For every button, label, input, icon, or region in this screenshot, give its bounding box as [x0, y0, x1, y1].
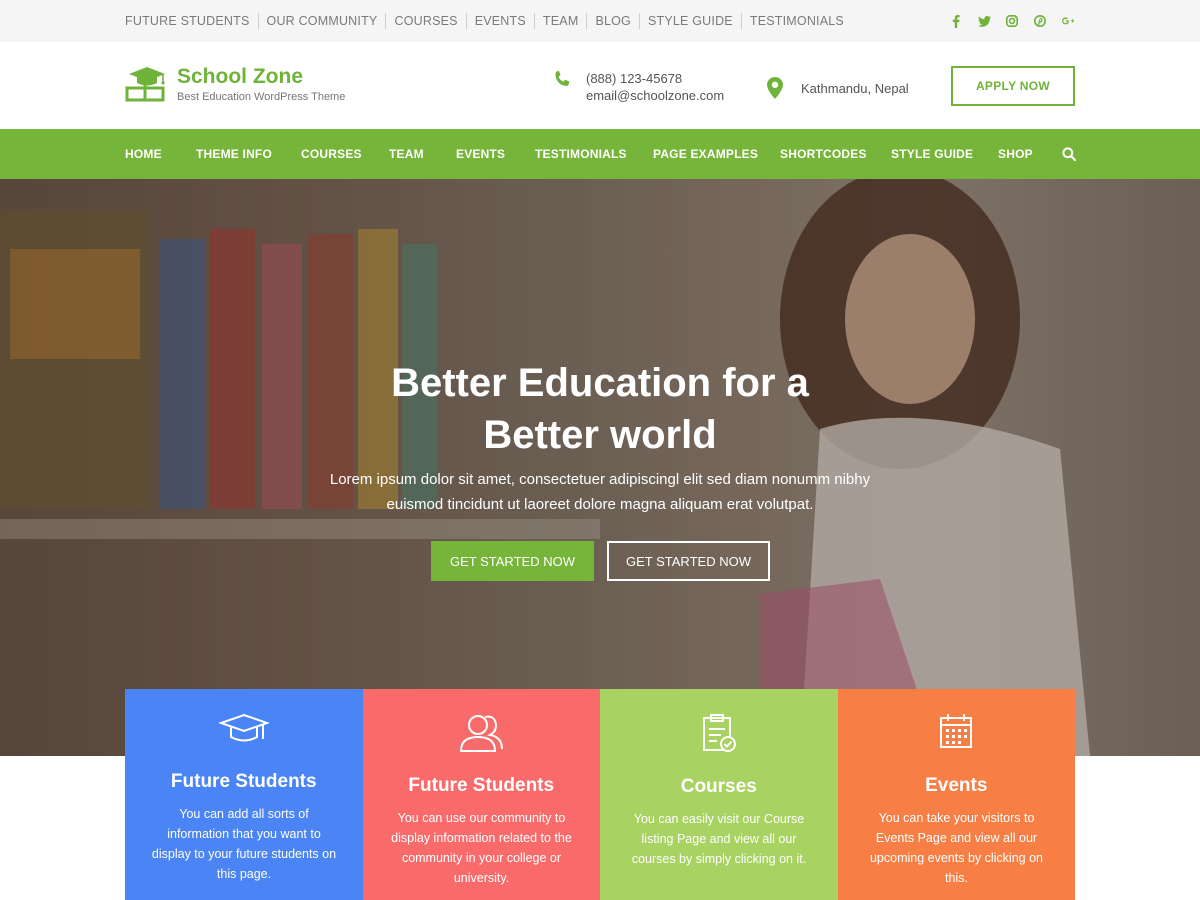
phone-number[interactable]: (888) 123-45678	[586, 70, 724, 87]
graduation-cap-icon	[218, 713, 269, 742]
apply-now-button[interactable]: APPLY NOW	[951, 66, 1075, 106]
google-plus-icon[interactable]	[1061, 14, 1075, 28]
feature-title: Future Students	[408, 775, 555, 796]
top-link-our-community[interactable]: OUR COMMUNITY	[257, 13, 386, 29]
site-logo[interactable]: School Zone Best Education WordPress The…	[125, 64, 345, 103]
top-bar: FUTURE STUDENTS OUR COMMUNITY COURSES EV…	[0, 0, 1200, 42]
brand-tagline: Best Education WordPress Theme	[177, 91, 346, 103]
search-icon[interactable]	[1062, 147, 1076, 161]
clipboard-check-icon	[702, 714, 736, 752]
twitter-icon[interactable]	[977, 14, 991, 28]
top-link-courses[interactable]: COURSES	[385, 13, 465, 29]
top-link-testimonials[interactable]: TESTIMONIALS	[740, 13, 852, 29]
feature-box-future-students[interactable]: Future Students You can add all sorts of…	[125, 689, 363, 900]
feature-box-events[interactable]: Events You can take your visitors to Eve…	[837, 689, 1075, 900]
nav-item-style-guide[interactable]: STYLE GUIDE	[891, 129, 973, 179]
get-started-button[interactable]: GET STARTED NOW	[431, 541, 594, 581]
feature-box-community[interactable]: Future Students You can use our communit…	[362, 689, 600, 900]
hero-subtitle: Lorem ipsum dolor sit amet, consectetuer…	[320, 467, 880, 517]
hero-banner: Better Education for a Better world Lore…	[0, 179, 1200, 756]
pinterest-icon[interactable]	[1033, 14, 1047, 28]
top-link-blog[interactable]: BLOG	[586, 13, 639, 29]
phone-icon	[555, 71, 570, 86]
hero-subtitle-line-2: euismod tincidunt ut laoreet dolore magn…	[386, 496, 814, 513]
top-link-events[interactable]: EVENTS	[465, 13, 534, 29]
nav-item-testimonials[interactable]: TESTIMONIALS	[535, 129, 627, 179]
feature-title: Courses	[680, 776, 757, 797]
main-nav: HOME THEME INFO COURSES TEAM EVENTS TEST…	[0, 129, 1200, 179]
feature-boxes: Future Students You can add all sorts of…	[125, 689, 1075, 900]
feature-box-courses[interactable]: Courses You can easily visit our Course …	[600, 689, 838, 900]
map-pin-icon	[767, 77, 783, 99]
instagram-icon[interactable]	[1005, 14, 1019, 28]
nav-item-courses[interactable]: COURSES	[301, 129, 362, 179]
nav-item-shortcodes[interactable]: SHORTCODES	[780, 129, 867, 179]
site-header: School Zone Best Education WordPress The…	[0, 42, 1200, 129]
feature-title: Future Students	[170, 771, 317, 792]
location-text: Kathmandu, Nepal	[801, 80, 909, 96]
get-started-outline-button[interactable]: GET STARTED NOW	[607, 541, 770, 581]
hero-title-line-1: Better Education for a	[391, 361, 809, 405]
hero-title: Better Education for a Better world	[300, 357, 900, 461]
brand-name: School Zone	[177, 65, 303, 88]
nav-item-theme-info[interactable]: THEME INFO	[196, 129, 272, 179]
calendar-icon	[940, 714, 973, 748]
nav-item-page-examples[interactable]: PAGE EXAMPLES	[653, 129, 758, 179]
email-address[interactable]: email@schoolzone.com	[586, 87, 724, 104]
feature-text: You can add all sorts of information tha…	[151, 807, 337, 881]
top-link-team[interactable]: TEAM	[533, 13, 587, 29]
feature-text: You can use our community to display inf…	[391, 811, 572, 885]
hero-subtitle-line-1: Lorem ipsum dolor sit amet, consectetuer…	[329, 471, 871, 488]
users-icon	[460, 715, 504, 752]
top-links: FUTURE STUDENTS OUR COMMUNITY COURSES EV…	[125, 0, 852, 42]
nav-item-team[interactable]: TEAM	[389, 129, 424, 179]
nav-item-shop[interactable]: SHOP	[998, 129, 1033, 179]
graduation-cap-logo-icon	[125, 67, 165, 102]
contact-info: (888) 123-45678 email@schoolzone.com	[552, 70, 724, 104]
top-link-style-guide[interactable]: STYLE GUIDE	[638, 13, 741, 29]
feature-title: Events	[925, 775, 988, 796]
feature-text: You can take your visitors to Events Pag…	[869, 811, 1043, 885]
location-info: Kathmandu, Nepal	[767, 77, 909, 99]
nav-item-home[interactable]: HOME	[125, 129, 162, 179]
feature-text: You can easily visit our Course listing …	[631, 812, 807, 866]
social-links	[949, 0, 1075, 42]
top-link-future-students[interactable]: FUTURE STUDENTS	[125, 13, 258, 29]
facebook-icon[interactable]	[949, 14, 963, 28]
nav-item-events[interactable]: EVENTS	[456, 129, 505, 179]
hero-title-line-2: Better world	[483, 413, 717, 457]
